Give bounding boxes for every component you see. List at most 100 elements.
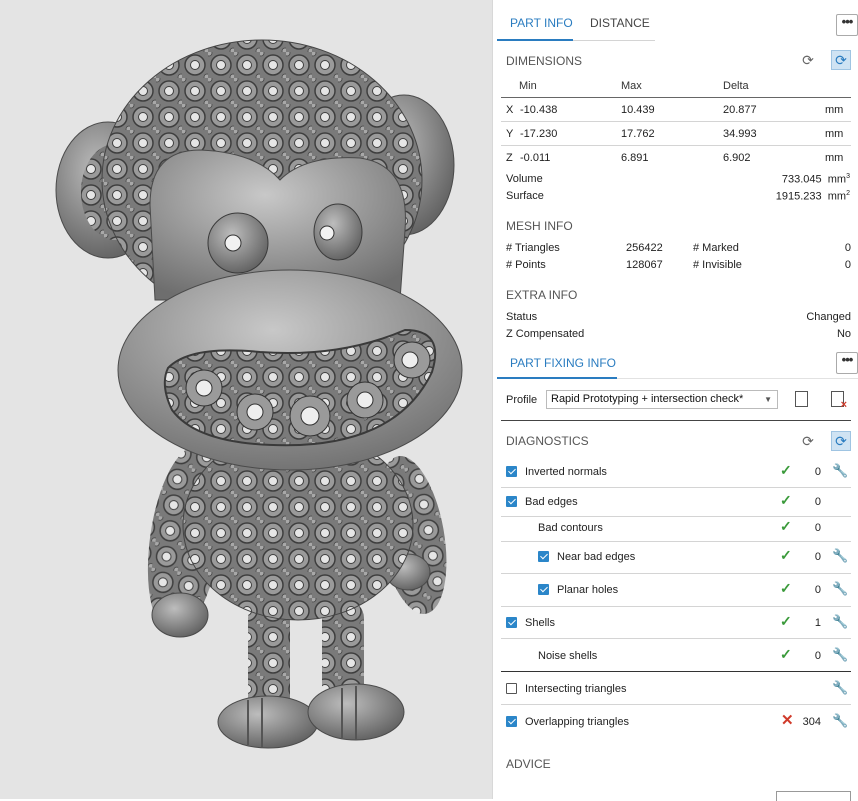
monkey-model (55, 39, 463, 749)
diag-row-shells: Shells ✓ 1 🔧 (493, 607, 858, 639)
inverted-normals-label: Inverted normals (525, 466, 607, 478)
intersecting-triangles-checkbox[interactable] (506, 683, 517, 694)
ok-check-icon: ✓ (780, 518, 792, 534)
z-compensated-value: No (836, 328, 851, 340)
axis-z: Z (506, 152, 513, 164)
diag-row-noise-shells: Noise shells ✓ 0 🔧 (493, 640, 858, 672)
near-bad-edges-checkbox[interactable] (538, 551, 549, 562)
edit-profile-icon[interactable] (795, 391, 808, 407)
part-fixing-menu-button[interactable]: ••• (836, 352, 858, 374)
bad-edges-checkbox[interactable] (506, 496, 517, 507)
delete-profile-icon[interactable]: × (831, 391, 847, 411)
y-delta: 34.993 (723, 128, 757, 140)
auto-refresh-icon[interactable]: ⟳ (831, 50, 851, 70)
bad-contours-value: 0 (814, 522, 821, 534)
diagnostics-title: DIAGNOSTICS (506, 434, 589, 448)
extra-info-title: EXTRA INFO (506, 288, 578, 302)
ok-check-icon: ✓ (780, 580, 792, 596)
chevron-down-icon: ▼ (764, 395, 772, 404)
volume-value: 733.045 mm3 (781, 173, 850, 186)
tab-part-fixing-info[interactable]: PART FIXING INFO (510, 356, 616, 370)
volume-label: Volume (506, 173, 543, 185)
wrench-icon[interactable]: 🔧 (832, 647, 848, 663)
surface-label: Surface (506, 190, 544, 202)
wrench-icon[interactable]: 🔧 (832, 463, 848, 479)
bad-edges-label: Bad edges (525, 496, 578, 508)
diag-row-inverted-normals: Inverted normals ✓ 0 🔧 (493, 456, 858, 488)
z-unit: mm (825, 152, 844, 164)
diagnostics-refresh-icon[interactable]: ⟳ (798, 431, 818, 451)
part-fixing-tab-indicator (497, 377, 617, 379)
invisible-value: 0 (844, 259, 851, 271)
dimensions-title: DIMENSIONS (506, 54, 583, 68)
axis-y: Y (506, 128, 514, 140)
invisible-label: # Invisible (693, 259, 742, 271)
part-info-menu-button[interactable]: ••• (836, 14, 858, 36)
status-label: Status (506, 311, 538, 323)
ok-check-icon: ✓ (780, 547, 792, 563)
noise-shells-label: Noise shells (538, 650, 598, 662)
shells-label: Shells (525, 617, 555, 629)
wrench-icon[interactable]: 🔧 (832, 713, 848, 729)
y-unit: mm (825, 128, 844, 140)
ok-check-icon: ✓ (780, 492, 792, 508)
axis-x: X (506, 104, 514, 116)
refresh-icon[interactable]: ⟳ (798, 50, 818, 70)
marked-label: # Marked (693, 242, 739, 254)
properties-panel: PART INFO DISTANCE ••• DIMENSIONS ⟳ ⟳ Mi… (492, 0, 858, 801)
mesh-info-title: MESH INFO (506, 219, 573, 233)
ok-check-icon: ✓ (780, 613, 792, 629)
shells-value: 1 (814, 617, 821, 629)
wrench-icon[interactable]: 🔧 (832, 548, 848, 564)
z-delta: 6.902 (723, 152, 751, 164)
diag-row-near-bad-edges: Near bad edges ✓ 0 🔧 (493, 541, 858, 573)
wrench-icon[interactable]: 🔧 (832, 680, 848, 696)
overlapping-triangles-label: Overlapping triangles (525, 716, 629, 728)
diag-row-overlapping-triangles: Overlapping triangles ✕ 304 🔧 (493, 706, 858, 738)
noise-shells-value: 0 (814, 650, 821, 662)
col-max: Max (621, 80, 642, 92)
x-delta: 20.877 (723, 104, 757, 116)
status-value: Changed (806, 311, 851, 323)
x-min: -10.438 (520, 104, 558, 116)
x-max: 10.439 (621, 104, 655, 116)
overlapping-triangles-value: 304 (802, 716, 821, 728)
advice-button[interactable] (776, 791, 851, 801)
tab-part-info[interactable]: PART INFO (510, 16, 573, 30)
ok-check-icon: ✓ (780, 462, 792, 478)
profile-select[interactable]: Rapid Prototyping + intersection check* … (546, 390, 778, 409)
intersecting-triangles-label: Intersecting triangles (525, 683, 627, 695)
overlapping-triangles-checkbox[interactable] (506, 716, 517, 727)
points-value: 128067 (626, 259, 663, 271)
profile-label: Profile (506, 394, 538, 406)
shells-checkbox[interactable] (506, 617, 517, 628)
tab-distance[interactable]: DISTANCE (590, 16, 650, 30)
wrench-icon[interactable]: 🔧 (832, 581, 848, 597)
profile-select-value: Rapid Prototyping + intersection check* (551, 393, 744, 405)
z-compensated-label: Z Compensated (506, 328, 585, 340)
col-min: Min (519, 80, 537, 92)
planar-holes-label: Planar holes (557, 584, 619, 596)
active-tab-indicator (497, 39, 573, 41)
col-delta: Delta (723, 80, 749, 92)
bad-edges-value: 0 (814, 496, 821, 508)
diagnostics-auto-refresh-icon[interactable]: ⟳ (831, 431, 851, 451)
planar-holes-checkbox[interactable] (538, 584, 549, 595)
3d-viewport[interactable] (0, 0, 492, 799)
wrench-icon[interactable]: 🔧 (832, 614, 848, 630)
inverted-normals-checkbox[interactable] (506, 466, 517, 477)
bad-contours-label: Bad contours (538, 522, 603, 534)
triangles-value: 256422 (626, 242, 663, 254)
diag-row-planar-holes: Planar holes ✓ 0 🔧 (493, 574, 858, 606)
z-max: 6.891 (621, 152, 649, 164)
surface-value: 1915.233 mm2 (775, 190, 850, 203)
marked-value: 0 (844, 242, 851, 254)
y-min: -17.230 (520, 128, 558, 140)
ok-check-icon: ✓ (780, 646, 792, 662)
points-label: # Points (506, 259, 546, 271)
near-bad-edges-value: 0 (814, 551, 821, 563)
y-max: 17.762 (621, 128, 655, 140)
tab-underline (573, 40, 655, 41)
triangles-label: # Triangles (506, 242, 560, 254)
inverted-normals-value: 0 (814, 466, 821, 478)
